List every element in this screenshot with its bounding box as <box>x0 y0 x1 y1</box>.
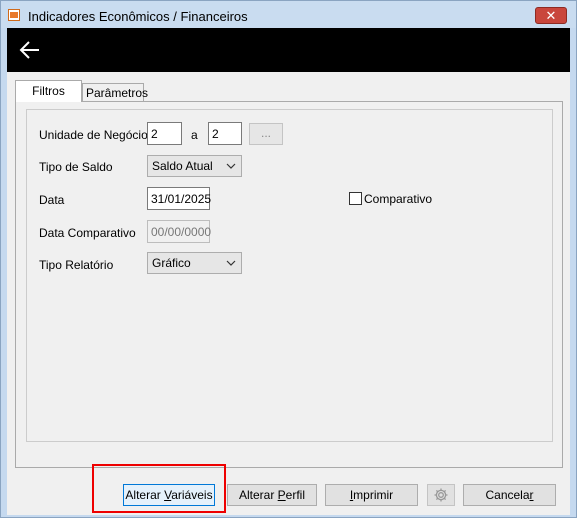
tab-parametros[interactable]: Parâmetros <box>82 83 148 101</box>
cancelar-accesskey: r <box>529 488 534 502</box>
cancelar-label-start: Cancela <box>485 488 530 502</box>
header-bar <box>7 28 570 72</box>
alterar-perfil-label-end: erfil <box>285 488 306 502</box>
tipo-saldo-value: Saldo Atual <box>152 159 213 173</box>
highlight-box <box>92 464 226 513</box>
settings-button[interactable] <box>427 484 455 506</box>
unidade-range-separator: a <box>191 128 198 142</box>
tipo-relatorio-select[interactable]: Gráfico <box>147 252 242 274</box>
gear-icon <box>434 488 448 502</box>
imprimir-label-end: mprimir <box>353 488 394 502</box>
cancelar-button[interactable]: Cancelar <box>463 484 556 506</box>
app-icon <box>8 9 20 21</box>
tab-filtros[interactable]: Filtros <box>15 80 82 102</box>
comparativo-label: Comparativo <box>364 192 433 206</box>
comparativo-checkbox[interactable] <box>349 192 362 205</box>
window-title: Indicadores Econômicos / Financeiros <box>28 9 248 24</box>
tipo-relatorio-label: Tipo Relatório <box>39 258 114 272</box>
alterar-perfil-button[interactable]: Alterar Perfil <box>227 484 317 506</box>
imprimir-button[interactable]: Imprimir <box>325 484 418 506</box>
data-comparativo-input[interactable]: 00/00/0000 <box>147 220 211 243</box>
alterar-perfil-accesskey: P <box>277 488 286 502</box>
dialog-body: Filtros Parâmetros Unidade de Negócio 2 … <box>7 72 570 515</box>
unidade-label: Unidade de Negócio <box>39 128 148 142</box>
data-input[interactable]: 31/01/2025 <box>147 187 211 210</box>
back-arrow-icon[interactable] <box>19 40 41 60</box>
chevron-down-icon <box>226 163 236 169</box>
tipo-saldo-label: Tipo de Saldo <box>39 160 113 174</box>
unidade-to-input[interactable]: 2 <box>208 122 242 145</box>
filters-panel: Unidade de Negócio 2 a 2 ... Tipo de Sal… <box>15 101 563 468</box>
tipo-saldo-select[interactable]: Saldo Atual <box>147 155 242 177</box>
data-comparativo-label: Data Comparativo <box>39 226 136 240</box>
app-window: Indicadores Econômicos / Financeiros ✕ F… <box>0 0 577 518</box>
alterar-perfil-label-start: Alterar <box>238 488 278 502</box>
tipo-relatorio-value: Gráfico <box>152 256 191 270</box>
close-button[interactable]: ✕ <box>535 7 567 24</box>
title-bar: Indicadores Econômicos / Financeiros ✕ <box>1 1 576 28</box>
data-label: Data <box>39 193 65 207</box>
unidade-from-input[interactable]: 2 <box>147 122 182 145</box>
filters-group: Unidade de Negócio 2 a 2 ... Tipo de Sal… <box>26 109 553 442</box>
chevron-down-icon <box>226 260 236 266</box>
unidade-lookup-button[interactable]: ... <box>249 123 283 145</box>
